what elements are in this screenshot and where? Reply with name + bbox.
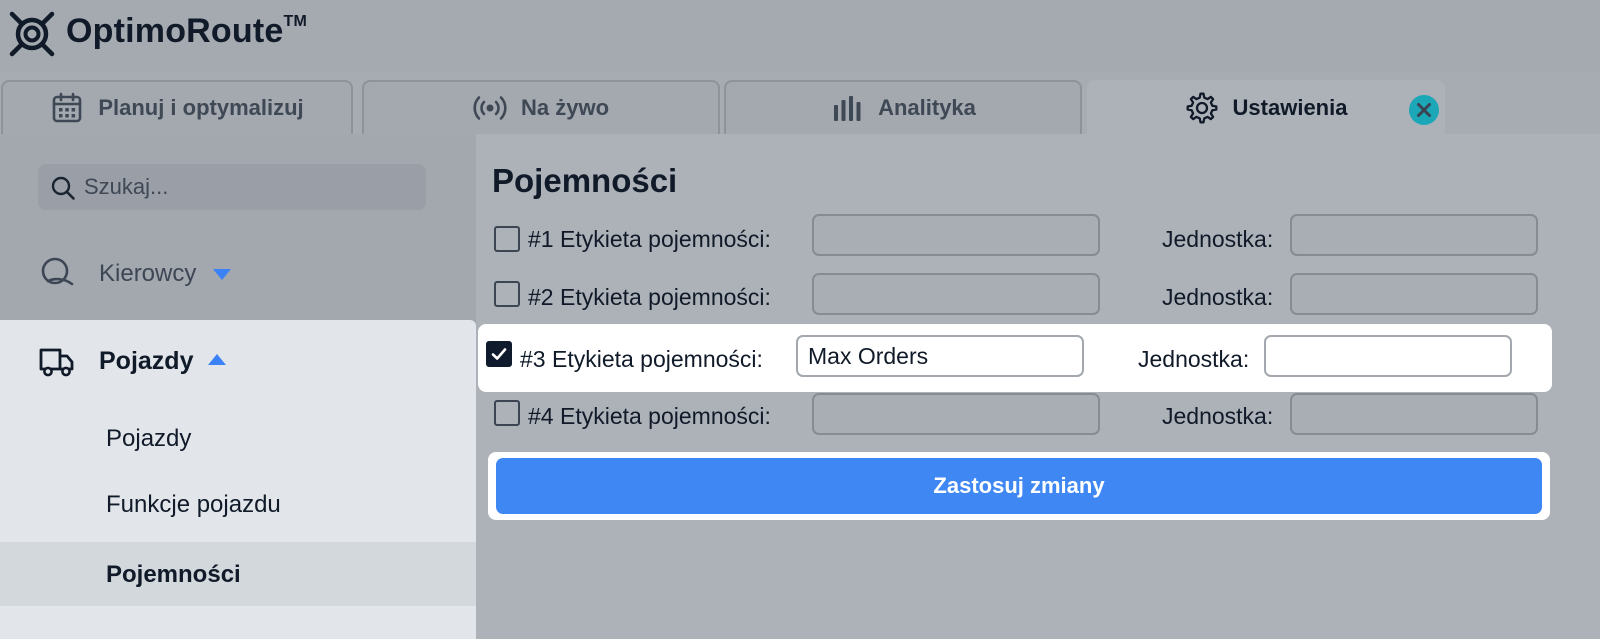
capacity-3-unit-input[interactable] xyxy=(1264,335,1512,377)
bar-chart-icon xyxy=(834,96,861,121)
capacity-4-label-input[interactable] xyxy=(812,393,1100,435)
capacity-2-label-input[interactable] xyxy=(812,273,1100,315)
tab-plan-optimize[interactable]: Planuj i optymalizuj xyxy=(1,80,353,134)
sidebar-item-vehicles[interactable]: Pojazdy xyxy=(0,320,476,404)
page-title: Pojemności xyxy=(492,162,678,199)
sidebar-item-drivers[interactable]: Kierowcy xyxy=(0,248,476,298)
capacity-2-unit-label: Jednostka: xyxy=(1162,284,1274,310)
capacity-1-checkbox[interactable] xyxy=(494,226,520,252)
capacity-row-1: #1 Etykieta pojemności: Jednostka: xyxy=(476,208,1600,272)
brand-text: OptimoRoute xyxy=(66,12,284,50)
capacity-4-unit-label: Jednostka: xyxy=(1162,403,1274,429)
tab-analytics[interactable]: Analityka xyxy=(724,80,1082,134)
tab-label: Planuj i optymalizuj xyxy=(98,95,304,120)
sidebar-subitem-vehicle-features[interactable]: Funkcje pojazdu xyxy=(0,472,476,536)
optimoroute-logo-icon xyxy=(9,11,55,57)
capacity-3-checkbox[interactable] xyxy=(486,341,512,367)
live-broadcast-icon xyxy=(473,96,507,120)
driver-cap-icon xyxy=(41,257,74,286)
calendar-icon xyxy=(53,92,82,123)
gear-icon xyxy=(1186,92,1217,124)
sidebar-subitem-label: Funkcje pojazdu xyxy=(106,491,281,518)
capacity-2-checkbox[interactable] xyxy=(494,281,520,307)
capacity-1-label: #1 Etykieta pojemności: xyxy=(528,226,771,252)
tab-label: Na żywo xyxy=(520,95,610,120)
chevron-down-icon xyxy=(213,269,231,280)
app-header: OptimoRouteTM xyxy=(0,0,1600,72)
capacity-4-checkbox[interactable] xyxy=(494,400,520,426)
sidebar-subitem-label: Pojazdy xyxy=(106,425,192,452)
checkmark-icon xyxy=(491,348,507,360)
capacity-4-unit-input[interactable] xyxy=(1290,393,1538,435)
close-icon xyxy=(1417,103,1431,117)
capacity-4-label: #4 Etykieta pojemności: xyxy=(528,403,771,429)
capacity-1-label-input[interactable] xyxy=(812,214,1100,256)
capacity-3-label: #3 Etykieta pojemności: xyxy=(520,346,763,372)
truck-icon xyxy=(39,348,74,377)
sidebar-item-label: Kierowcy xyxy=(99,260,197,287)
capacity-2-unit-input[interactable] xyxy=(1290,273,1538,315)
close-tab-button[interactable] xyxy=(1409,95,1439,125)
apply-button-container: Zastosuj zmiany xyxy=(488,452,1550,520)
search-icon xyxy=(51,176,75,200)
sidebar-subitem-vehicles[interactable]: Pojazdy xyxy=(0,406,476,470)
search-input[interactable] xyxy=(84,164,414,210)
tab-live[interactable]: Na żywo xyxy=(362,80,720,134)
tab-label: Analityka xyxy=(878,95,976,120)
capacity-row-4: #4 Etykieta pojemności: Jednostka: xyxy=(476,390,1600,454)
capacity-1-unit-label: Jednostka: xyxy=(1162,226,1274,252)
sidebar-search xyxy=(38,164,426,210)
trademark-mark: TM xyxy=(283,12,308,30)
chevron-up-icon xyxy=(208,354,226,365)
sidebar: Kierowcy Pojazdy Pojazdy Funkcje pojazdu… xyxy=(0,134,476,639)
capacity-3-label-input[interactable] xyxy=(796,335,1084,377)
main-content: Pojemności #1 Etykieta pojemności: Jedno… xyxy=(476,134,1600,639)
sidebar-subitem-label: Pojemności xyxy=(106,561,241,588)
capacity-3-unit-label: Jednostka: xyxy=(1138,346,1250,372)
tab-settings[interactable]: Ustawienia xyxy=(1087,80,1445,134)
apply-changes-button[interactable]: Zastosuj zmiany xyxy=(496,458,1542,514)
tab-label: Ustawienia xyxy=(1232,95,1348,120)
vehicles-section: Pojazdy Pojazdy Funkcje pojazdu Pojemnoś… xyxy=(0,320,476,639)
capacity-1-unit-input[interactable] xyxy=(1290,214,1538,256)
capacity-2-label: #2 Etykieta pojemności: xyxy=(528,284,771,310)
sidebar-item-label: Pojazdy xyxy=(99,347,194,375)
sidebar-subitem-capacities[interactable]: Pojemności xyxy=(0,542,476,606)
brand-name[interactable]: OptimoRouteTM xyxy=(66,12,307,51)
capacity-row-3: #3 Etykieta pojemności: Jednostka: xyxy=(478,324,1552,392)
